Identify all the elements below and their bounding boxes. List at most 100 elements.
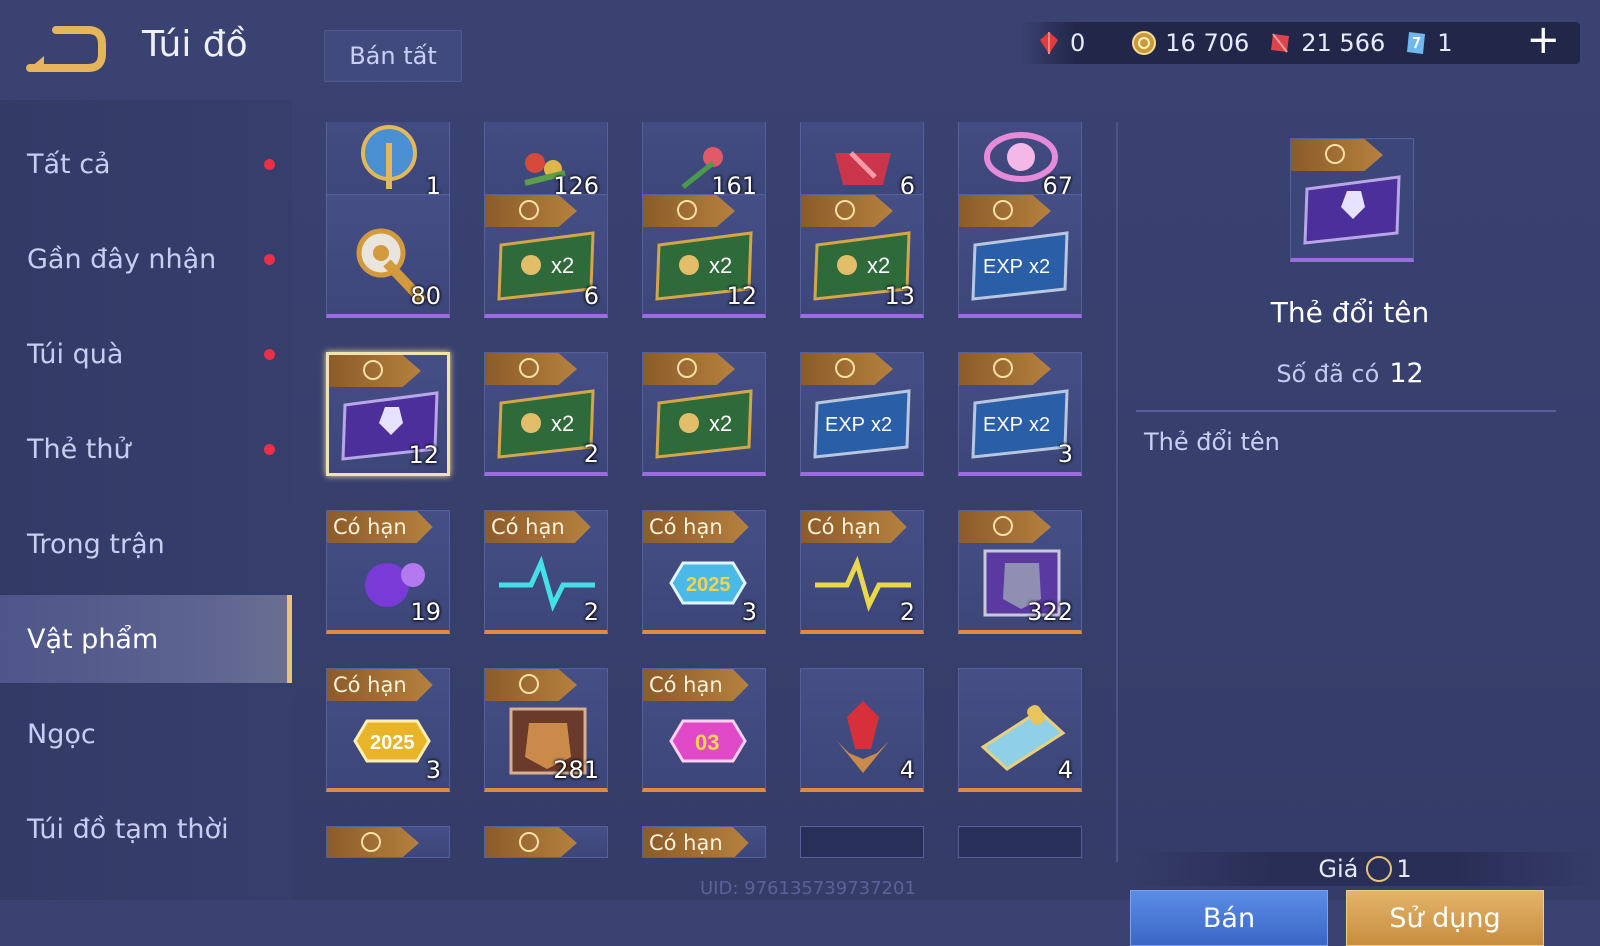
- svg-text:x2: x2: [709, 411, 732, 436]
- item-count: 2: [899, 598, 915, 626]
- svg-text:EXP: EXP: [983, 256, 1023, 278]
- item-slot[interactable]: EXP x2: [958, 194, 1082, 318]
- sidebar-item-temp-bag[interactable]: Túi đồ tạm thời: [0, 785, 292, 873]
- item-detail-panel: Thẻ đổi tên Số đã có 12 Thẻ đổi tên Giá 1…: [1130, 100, 1600, 946]
- item-count: 4: [899, 756, 915, 784]
- svg-text:EXP: EXP: [825, 414, 865, 436]
- item-slot[interactable]: x2 2: [484, 352, 608, 476]
- item-slot[interactable]: x2 13: [800, 194, 924, 318]
- item-count: 3: [425, 756, 441, 784]
- svg-text:03: 03: [695, 730, 719, 755]
- item-count: 4: [1057, 756, 1073, 784]
- item-slot[interactable]: 322: [958, 510, 1082, 634]
- add-currency-button[interactable]: +: [1526, 20, 1560, 60]
- sell-button[interactable]: Bán: [1130, 890, 1328, 946]
- item-count: 19: [410, 598, 441, 626]
- item-slot[interactable]: Có hạn 2025 3: [326, 668, 450, 792]
- item-slot[interactable]: Có hạn 2: [800, 510, 924, 634]
- item-slot[interactable]: x2 12: [642, 194, 766, 318]
- currency-bar: 0 16 706 21 566 1: [1020, 22, 1580, 64]
- price-value: 1: [1396, 855, 1412, 883]
- item-count: 3: [741, 598, 757, 626]
- item-slot[interactable]: [484, 826, 608, 858]
- back-arrow-icon[interactable]: [26, 26, 106, 72]
- item-count: 322: [1027, 598, 1073, 626]
- detail-divider: [1136, 410, 1556, 412]
- item-slot[interactable]: 281: [484, 668, 608, 792]
- svg-text:x2: x2: [1029, 414, 1050, 436]
- red-gem-icon: [1040, 32, 1058, 54]
- sidebar-item-all[interactable]: Tất cả: [0, 120, 292, 208]
- notification-dot: [264, 253, 275, 265]
- svg-text:2025: 2025: [686, 574, 731, 596]
- detail-item-icon: [1290, 138, 1414, 262]
- sidebar-item-label: Gần đây nhận: [27, 243, 217, 275]
- sidebar-item-in-battle[interactable]: Trong trận: [0, 500, 292, 588]
- currency-value: 21 566: [1301, 29, 1386, 57]
- use-button[interactable]: Sử dụng: [1346, 890, 1544, 946]
- gold-coin-icon: [1132, 31, 1157, 55]
- ruby-icon: [1271, 33, 1290, 53]
- currency-value: 1: [1437, 29, 1453, 57]
- svg-text:x2: x2: [551, 253, 574, 278]
- item-slot[interactable]: x2: [642, 352, 766, 476]
- sidebar-item-trial-cards[interactable]: Thẻ thử: [0, 405, 292, 493]
- item-slot[interactable]: [800, 826, 924, 858]
- item-grid: 1 126 161 6 67 80 x2 6 x2 12 x2 13 EXP x2: [300, 122, 1100, 858]
- item-slot[interactable]: EXP x2 3: [958, 352, 1082, 476]
- item-slot[interactable]: Có hạn 2: [484, 510, 608, 634]
- svg-text:EXP: EXP: [983, 414, 1023, 436]
- currency-gold: 16 706: [1131, 29, 1249, 57]
- owned-label: Số đã có: [1276, 360, 1380, 388]
- item-slot[interactable]: Có hạn 2025 3: [642, 510, 766, 634]
- item-count: 281: [553, 756, 599, 784]
- detail-item-name: Thẻ đổi tên: [1270, 296, 1430, 329]
- owned-count: Số đã có 12: [1130, 358, 1570, 389]
- item-slot[interactable]: Có hạn 03: [642, 668, 766, 792]
- item-count: 6: [583, 282, 599, 310]
- notification-dot: [264, 348, 275, 360]
- currency-red-gem: 0: [1036, 29, 1085, 57]
- item-slot-selected[interactable]: 12: [326, 352, 450, 476]
- limited-tag: Có hạn: [643, 827, 749, 857]
- sidebar-item-label: Túi đồ tạm thời: [27, 813, 229, 845]
- item-slot[interactable]: EXP x2: [800, 352, 924, 476]
- sidebar-item-recent[interactable]: Gần đây nhận: [0, 215, 292, 303]
- item-slot[interactable]: Có hạn 19: [326, 510, 450, 634]
- sidebar-item-gift-bags[interactable]: Túi quà: [0, 310, 292, 398]
- notification-dot: [264, 443, 275, 455]
- svg-text:x2: x2: [1029, 256, 1050, 278]
- svg-text:x2: x2: [709, 253, 732, 278]
- sidebar-item-gems[interactable]: Ngọc: [0, 690, 292, 778]
- page-title: Túi đồ: [142, 24, 248, 65]
- item-slot[interactable]: 4: [800, 668, 924, 792]
- item-slot[interactable]: Có hạn: [642, 826, 766, 858]
- svg-text:x2: x2: [551, 411, 574, 436]
- currency-ruby: 21 566: [1267, 29, 1385, 57]
- item-slot[interactable]: 4: [958, 668, 1082, 792]
- item-slot[interactable]: 80: [326, 194, 450, 318]
- sidebar-item-label: Túi quà: [27, 338, 124, 370]
- exp-x2-card-icon: EXP x2: [813, 389, 911, 459]
- item-count: 3: [1057, 440, 1073, 468]
- user-id: UID: 976135739737201: [700, 878, 916, 899]
- sidebar-item-label: Trong trận: [27, 528, 165, 560]
- currency-value: 16 706: [1165, 29, 1250, 57]
- sell-all-button[interactable]: Bán tất: [324, 30, 462, 82]
- item-count: 80: [410, 282, 441, 310]
- badge-03-pink-icon: 03: [669, 719, 747, 763]
- currency-value: 0: [1070, 29, 1086, 57]
- voucher-icon: [1407, 32, 1426, 54]
- item-slot[interactable]: [326, 826, 450, 858]
- svg-text:x2: x2: [871, 414, 892, 436]
- item-count: 2: [583, 598, 599, 626]
- sidebar: Tất cả Gần đây nhận Túi quà Thẻ thử Tron…: [0, 100, 292, 900]
- item-slot[interactable]: [958, 826, 1082, 858]
- item-slot[interactable]: x2 6: [484, 194, 608, 318]
- gold-coin-icon: [1366, 856, 1393, 882]
- svg-text:x2: x2: [867, 253, 890, 278]
- rename-card-icon: [1303, 175, 1401, 245]
- gold-x2-card-icon: x2: [655, 389, 753, 459]
- sidebar-item-items[interactable]: Vật phẩm: [0, 595, 292, 683]
- price-row: Giá 1: [1130, 852, 1600, 886]
